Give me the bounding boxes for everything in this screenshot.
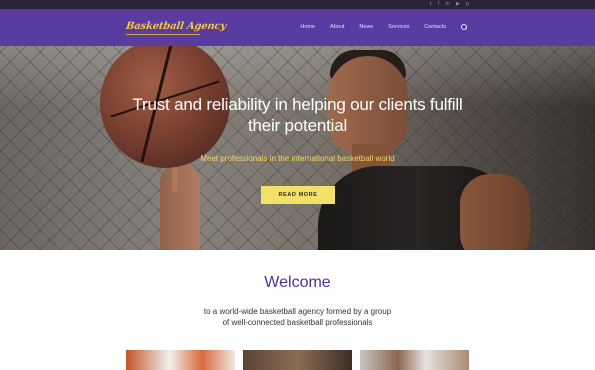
gallery-thumbnail-1[interactable] (126, 350, 235, 370)
nav-services[interactable]: Services (388, 24, 409, 30)
nav-contacts[interactable]: Contacts (424, 24, 446, 30)
gallery-thumbnail-3[interactable] (360, 350, 469, 370)
search-icon[interactable] (461, 24, 467, 30)
hero-overlay (0, 46, 595, 250)
twitter-icon[interactable]: t (430, 1, 432, 8)
nav-home[interactable]: Home (300, 24, 315, 30)
site-logo[interactable]: Basketball Agency (125, 21, 226, 32)
hero-title: Trust and reliability in helping our cli… (132, 95, 463, 135)
gallery-thumbnail-2[interactable] (243, 350, 352, 370)
social-links: t f in ▶ p (430, 1, 469, 8)
hero-banner (0, 46, 595, 250)
main-nav: Home About News Services Contacts (300, 24, 467, 30)
navigation-bar: Basketball Agency Home About News Servic… (0, 9, 595, 46)
welcome-title: Welcome (260, 274, 336, 292)
nav-about[interactable]: About (330, 24, 344, 30)
welcome-section: Welcome (0, 274, 595, 292)
nav-news[interactable]: News (359, 24, 373, 30)
facebook-icon[interactable]: f (438, 1, 440, 8)
linkedin-icon[interactable]: in (445, 1, 450, 8)
top-bar: t f in ▶ p (0, 0, 595, 9)
hero-subtitle: Meet professionals in the international … (200, 154, 395, 163)
read-more-button[interactable]: READ MORE (261, 186, 335, 204)
youtube-icon[interactable]: ▶ (456, 1, 460, 8)
welcome-line-1: to a world-wide basketball agency formed… (203, 307, 392, 316)
welcome-description: to a world-wide basketball agency formed… (0, 306, 595, 328)
pinterest-icon[interactable]: p (466, 1, 469, 8)
logo-underline (126, 34, 200, 35)
welcome-line-2: of well-connected basketball professiona… (222, 318, 373, 327)
